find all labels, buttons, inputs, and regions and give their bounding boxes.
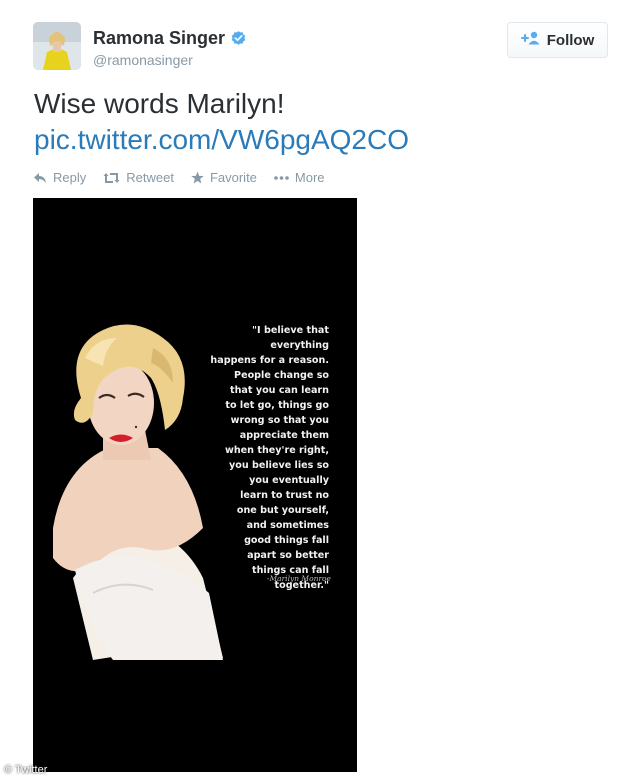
reply-label: Reply [53, 170, 87, 185]
tweet-body: Wise words Marilyn! [34, 88, 285, 119]
retweet-label: Retweet [126, 170, 174, 185]
more-button[interactable]: More [274, 170, 325, 185]
quote-signature: -Marilyn Monroe [266, 574, 331, 583]
quote-text: "I believe that everything happens for a… [210, 325, 329, 591]
user-handle[interactable]: @ramonasinger [93, 52, 193, 68]
ellipsis-icon [274, 175, 289, 180]
retweet-icon [103, 172, 120, 184]
verified-badge-icon [230, 30, 247, 47]
reply-icon [33, 172, 47, 184]
follow-button[interactable]: Follow [507, 22, 608, 58]
retweet-button[interactable]: Retweet [103, 170, 174, 185]
reply-button[interactable]: Reply [33, 170, 86, 185]
user-name-text[interactable]: Ramona Singer [93, 28, 225, 49]
more-label: More [294, 170, 325, 185]
avatar[interactable] [33, 22, 81, 70]
favorite-label: Favorite [209, 170, 257, 185]
follow-button-label: Follow [546, 31, 595, 49]
twitter-watermark: © Twitter [4, 764, 48, 776]
tweet-text: Wise words Marilyn! pic.twitter.com/VW6p… [34, 86, 594, 158]
tweet-actions: Reply Retweet Favorite More [33, 170, 325, 185]
favorite-button[interactable]: Favorite [191, 170, 257, 185]
star-icon [191, 171, 204, 184]
user-name[interactable]: Ramona Singer [93, 28, 247, 49]
tweet-media-image[interactable]: "I believe that everything happens for a… [33, 198, 357, 772]
tweet-media-link[interactable]: pic.twitter.com/VW6pgAQ2CO [34, 122, 594, 158]
add-user-icon [520, 31, 541, 49]
profile-photo [33, 22, 81, 70]
